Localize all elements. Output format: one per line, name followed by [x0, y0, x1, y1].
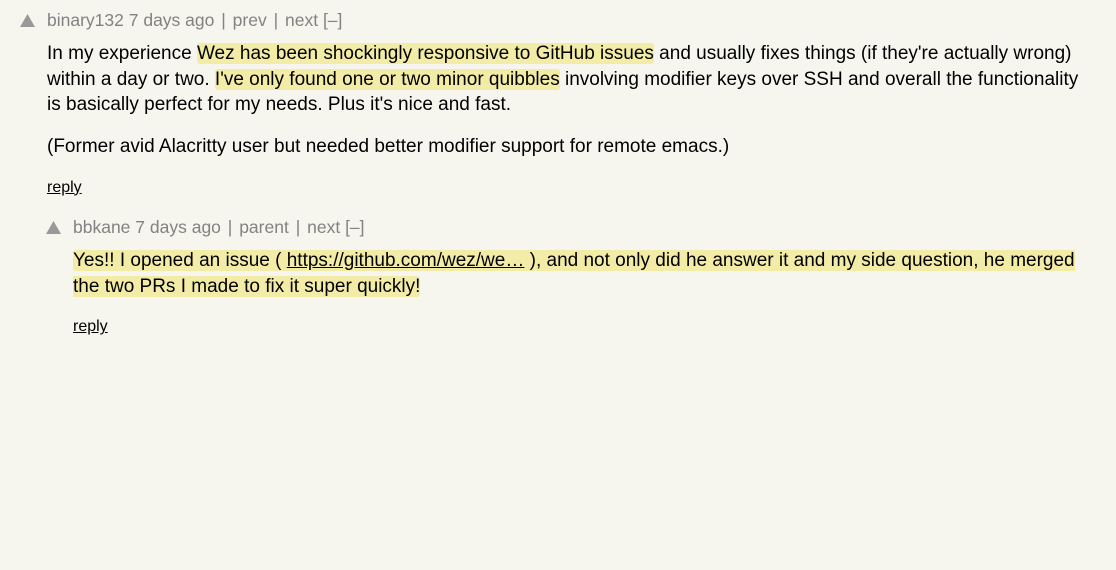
text: Yes!! I opened an issue (	[73, 250, 287, 271]
highlight: Wez has been shockingly responsive to Gi…	[197, 43, 654, 64]
collapse-toggle[interactable]: [–]	[345, 217, 364, 237]
upvote-button[interactable]	[20, 14, 35, 27]
collapse-toggle[interactable]: [–]	[323, 10, 342, 30]
comment-author[interactable]: bbkane	[73, 217, 130, 237]
comment-content: bbkane 7 days ago | parent | next [–] Ye…	[73, 217, 1096, 339]
comment-paragraph: (Former avid Alacritty user but needed b…	[47, 134, 1096, 160]
comment-author[interactable]: binary132	[47, 10, 124, 30]
comment-paragraph: Yes!! I opened an issue ( https://github…	[73, 248, 1096, 299]
parent-link[interactable]: parent	[239, 217, 289, 237]
comment-content: binary132 7 days ago | prev | next [–] I…	[47, 10, 1096, 199]
comment-header: binary132 7 days ago | prev | next [–]	[47, 10, 1096, 31]
comment-reply: bbkane 7 days ago | parent | next [–] Ye…	[46, 217, 1096, 339]
separator: |	[216, 10, 230, 30]
separator: |	[269, 10, 283, 30]
prev-link[interactable]: prev	[233, 10, 267, 30]
upvote-button[interactable]	[46, 221, 61, 234]
issue-link[interactable]: https://github.com/wez/we…	[287, 250, 525, 271]
comment-age[interactable]: 7 days ago	[129, 10, 215, 30]
reply-link[interactable]: reply	[73, 318, 108, 335]
comment: binary132 7 days ago | prev | next [–] I…	[20, 10, 1096, 199]
separator: |	[223, 217, 237, 237]
text: In my experience	[47, 43, 197, 64]
comment-header: bbkane 7 days ago | parent | next [–]	[73, 217, 1096, 238]
comment-body: In my experience Wez has been shockingly…	[47, 41, 1096, 199]
highlight: Yes!! I opened an issue ( https://github…	[73, 250, 1075, 297]
next-link[interactable]: next	[285, 10, 318, 30]
comment-body: Yes!! I opened an issue ( https://github…	[73, 248, 1096, 339]
highlight: I've only found one or two minor quibble…	[215, 69, 560, 90]
next-link[interactable]: next	[307, 217, 340, 237]
separator: |	[291, 217, 305, 237]
comment-paragraph: In my experience Wez has been shockingly…	[47, 41, 1096, 118]
reply-link[interactable]: reply	[47, 179, 82, 196]
comment-age[interactable]: 7 days ago	[135, 217, 221, 237]
